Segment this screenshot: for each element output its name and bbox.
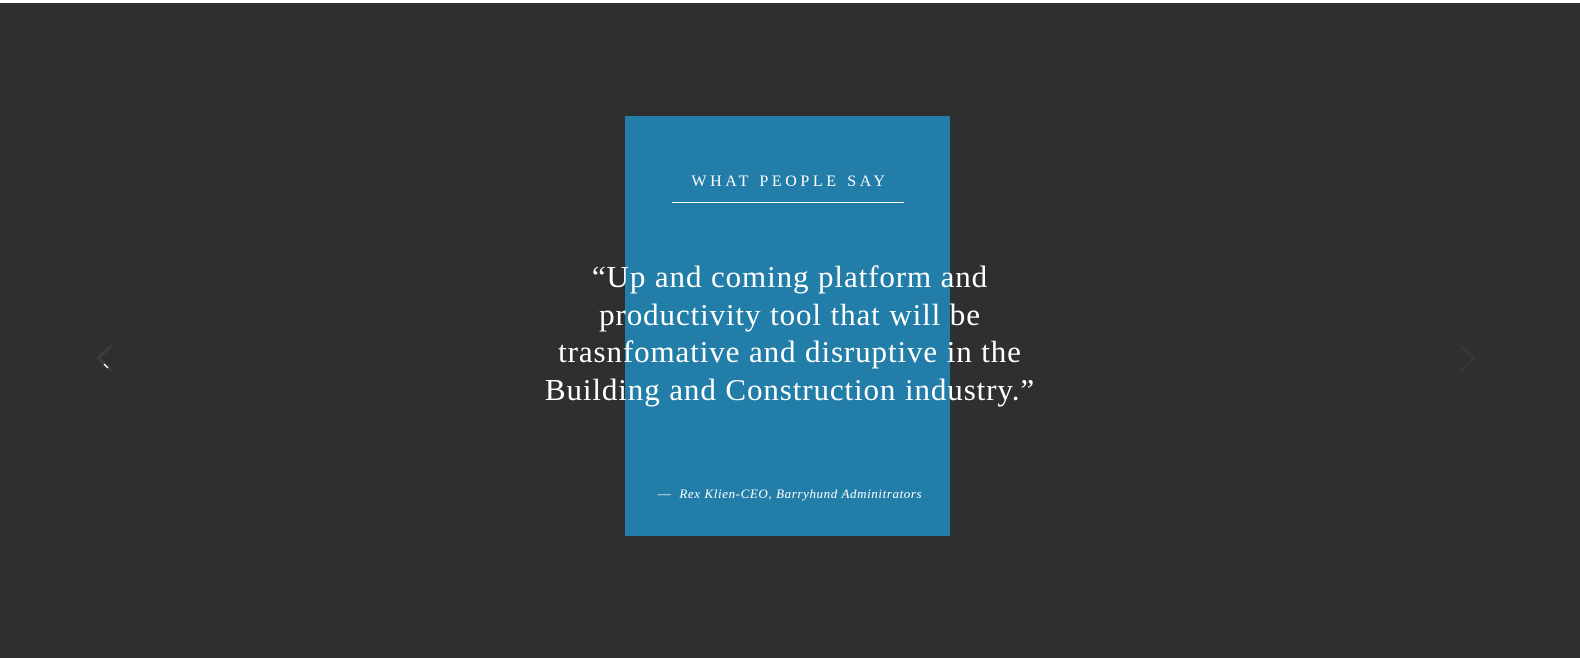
chevron-right-icon bbox=[1458, 343, 1477, 373]
section-heading: What People Say bbox=[691, 173, 889, 190]
testimonial-quote: “Up and coming platform and productivity… bbox=[544, 259, 1036, 407]
attribution-text: Rex Klien-CEO, Barryhund Adminitrators bbox=[679, 486, 923, 501]
carousel-next-button[interactable] bbox=[1440, 333, 1490, 383]
attribution-dash: — bbox=[657, 486, 672, 501]
testimonial-attribution: — Rex Klien-CEO, Barryhund Adminitrators bbox=[0, 486, 1580, 502]
chevron-left-icon bbox=[95, 343, 114, 373]
carousel-prev-button[interactable] bbox=[82, 333, 132, 383]
heading-underline bbox=[672, 202, 904, 203]
testimonials-section: What People Say “Up and coming platform … bbox=[0, 3, 1580, 658]
